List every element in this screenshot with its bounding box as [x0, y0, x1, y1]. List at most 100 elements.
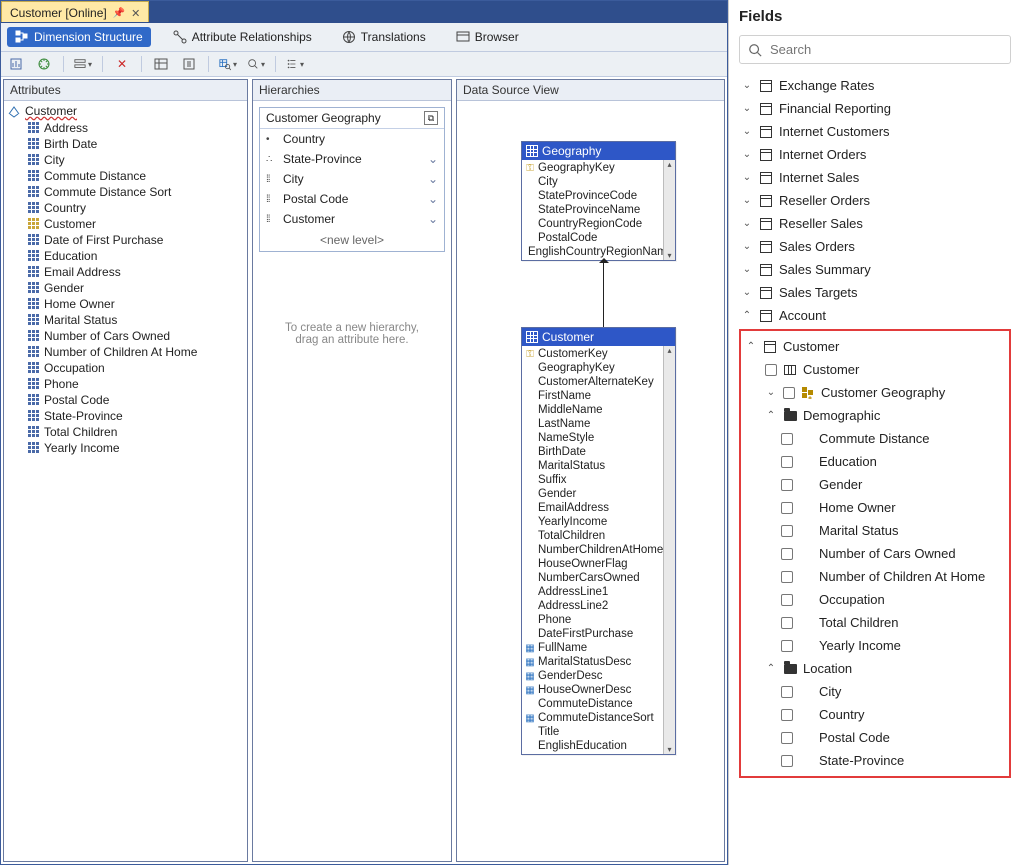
attribute-item[interactable]: Number of Children At Home — [28, 344, 243, 360]
attribute-item[interactable]: State-Province — [28, 408, 243, 424]
attribute-item[interactable]: City — [28, 152, 243, 168]
fields-search[interactable] — [739, 35, 1011, 64]
fields-column-row[interactable]: Home Owner — [743, 496, 1007, 519]
fields-table-row[interactable]: ⌃Account — [739, 304, 1011, 327]
dsv-column[interactable]: NumberChildrenAtHome — [522, 543, 675, 557]
fields-table-row[interactable]: ⌄Sales Targets — [739, 281, 1011, 304]
fields-table-row[interactable]: ⌄Internet Sales — [739, 166, 1011, 189]
tab-attribute-relationships[interactable]: Attribute Relationships — [165, 27, 320, 47]
dsv-column[interactable]: ⚿GeographyKey — [522, 161, 675, 175]
dsv-column[interactable]: LastName — [522, 417, 675, 431]
checkbox[interactable] — [781, 502, 793, 514]
checkbox[interactable] — [781, 617, 793, 629]
hierarchies-panel-body[interactable]: Customer Geography ⧉ •Country∴State-Prov… — [253, 101, 451, 861]
caret-icon[interactable]: ⌄ — [741, 287, 753, 298]
checkbox[interactable] — [781, 686, 793, 698]
caret-icon[interactable]: ⌄ — [741, 195, 753, 206]
attribute-item[interactable]: Date of First Purchase — [28, 232, 243, 248]
dsv-column[interactable]: ▦CommuteDistanceSort — [522, 711, 675, 725]
attribute-item[interactable]: Education — [28, 248, 243, 264]
dsv-column[interactable]: StateProvinceCode — [522, 189, 675, 203]
tab-browser[interactable]: Browser — [448, 27, 527, 47]
caret-up-icon[interactable]: ⌃ — [765, 663, 777, 674]
fields-search-input[interactable] — [768, 41, 1002, 58]
fields-column-row[interactable]: City — [743, 680, 1007, 703]
dsv-column[interactable]: CountryRegionCode — [522, 217, 675, 231]
fields-column-row[interactable]: Total Children — [743, 611, 1007, 634]
fields-column-row[interactable]: Commute Distance — [743, 427, 1007, 450]
checkbox[interactable] — [781, 571, 793, 583]
attribute-item[interactable]: Occupation — [28, 360, 243, 376]
attribute-item[interactable]: Address — [28, 120, 243, 136]
fields-column-row[interactable]: Number of Children At Home — [743, 565, 1007, 588]
caret-icon[interactable]: ⌄ — [741, 218, 753, 229]
dsv-column[interactable]: HouseOwnerFlag — [522, 557, 675, 571]
dsv-column[interactable]: ⚿CustomerKey — [522, 347, 675, 361]
show-table-icon[interactable] — [152, 55, 170, 73]
fields-hier-customer-geo[interactable]: ⌄ Customer Geography — [743, 381, 1007, 404]
dsv-column[interactable]: PostalCode — [522, 231, 675, 245]
scrollbar[interactable]: ▴▾ — [663, 160, 675, 260]
dsv-table-geography[interactable]: Geography ⚿GeographyKeyCityStateProvince… — [521, 141, 676, 261]
fields-table-row[interactable]: ⌄Internet Customers — [739, 120, 1011, 143]
fields-column-row[interactable]: Number of Cars Owned — [743, 542, 1007, 565]
caret-icon[interactable]: ⌄ — [741, 149, 753, 160]
show-attr-icon[interactable] — [180, 55, 198, 73]
fields-col-customer[interactable]: Customer — [743, 358, 1007, 381]
dsv-column[interactable]: BirthDate — [522, 445, 675, 459]
dsv-column[interactable]: ▦HouseOwnerDesc — [522, 683, 675, 697]
fields-table-row[interactable]: ⌄Financial Reporting — [739, 97, 1011, 120]
fields-column-row[interactable]: Yearly Income — [743, 634, 1007, 657]
dsv-column[interactable]: City — [522, 175, 675, 189]
fields-table-customer[interactable]: ⌃ Customer — [743, 335, 1007, 358]
dsv-column[interactable]: Phone — [522, 613, 675, 627]
fields-folder-demographic[interactable]: ⌃ Demographic — [743, 404, 1007, 427]
tab-translations[interactable]: Translations — [334, 27, 434, 47]
checkbox[interactable] — [781, 732, 793, 744]
fields-column-row[interactable]: Gender — [743, 473, 1007, 496]
attribute-item[interactable]: Marital Status — [28, 312, 243, 328]
dsv-column[interactable]: ▦MaritalStatusDesc — [522, 655, 675, 669]
caret-up-icon[interactable]: ⌃ — [745, 341, 757, 352]
dsv-column[interactable]: GeographyKey — [522, 361, 675, 375]
fields-table-row[interactable]: ⌄Reseller Orders — [739, 189, 1011, 212]
attribute-item[interactable]: Home Owner — [28, 296, 243, 312]
fields-table-row[interactable]: ⌄Sales Orders — [739, 235, 1011, 258]
dsv-column[interactable]: Gender — [522, 487, 675, 501]
dsv-column[interactable]: YearlyIncome — [522, 515, 675, 529]
dsv-column[interactable]: NameStyle — [522, 431, 675, 445]
add-bi-icon[interactable] — [7, 55, 25, 73]
dsv-column[interactable]: Suffix — [522, 473, 675, 487]
hierarchy-level[interactable]: ⁞⁞City⌄ — [260, 169, 444, 189]
attribute-item[interactable]: Phone — [28, 376, 243, 392]
checkbox[interactable] — [781, 709, 793, 721]
dsv-column[interactable]: StateProvinceName — [522, 203, 675, 217]
dsv-column[interactable]: EmailAddress — [522, 501, 675, 515]
attribute-item[interactable]: Number of Cars Owned — [28, 328, 243, 344]
caret-icon[interactable]: ⌄ — [741, 264, 753, 275]
close-icon[interactable]: ✕ — [131, 7, 140, 20]
checkbox[interactable] — [781, 640, 793, 652]
hierarchy-level[interactable]: ⁞⁞Postal Code⌄ — [260, 189, 444, 209]
hierarchy-level[interactable]: ⁞⁞Customer⌄ — [260, 209, 444, 229]
dsv-column[interactable]: TotalChildren — [522, 529, 675, 543]
tree-dropdown[interactable] — [286, 55, 304, 73]
attribute-item[interactable]: Total Children — [28, 424, 243, 440]
attribute-item[interactable]: Customer — [28, 216, 243, 232]
hierarchy-level[interactable]: •Country — [260, 129, 444, 149]
attribute-item[interactable]: Postal Code — [28, 392, 243, 408]
caret-icon[interactable]: ⌄ — [741, 241, 753, 252]
checkbox[interactable] — [781, 594, 793, 606]
hierarchy-box[interactable]: Customer Geography ⧉ •Country∴State-Prov… — [259, 107, 445, 252]
dsv-column[interactable]: AddressLine1 — [522, 585, 675, 599]
delete-icon[interactable]: ✕ — [113, 55, 131, 73]
dsv-column[interactable]: EnglishEducation — [522, 739, 675, 753]
caret-icon[interactable]: ⌄ — [741, 126, 753, 137]
zoom-table-dropdown[interactable] — [219, 55, 237, 73]
fields-column-row[interactable]: Education — [743, 450, 1007, 473]
checkbox[interactable] — [781, 548, 793, 560]
fields-column-row[interactable]: Postal Code — [743, 726, 1007, 749]
pin-icon[interactable]: 📌 — [113, 8, 125, 19]
caret-down-icon[interactable]: ⌄ — [765, 387, 777, 398]
attribute-item[interactable]: Yearly Income — [28, 440, 243, 456]
